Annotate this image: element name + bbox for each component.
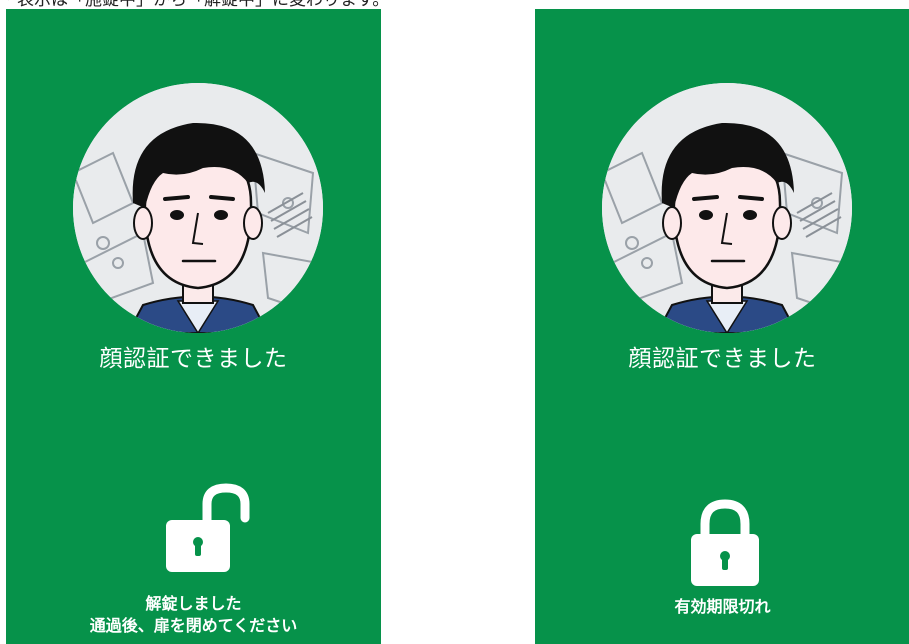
face-photo: [602, 83, 852, 333]
status-message-line: 解錠しました: [145, 594, 242, 613]
face-illustration: [602, 83, 852, 333]
status-message: 解錠しました 通過後、扉を閉めてください: [6, 593, 381, 637]
status-message-line: 通過後、扉を閉めてください: [89, 616, 298, 635]
lock-open-icon: [161, 482, 251, 582]
lock-closed-icon: [683, 498, 773, 598]
face-auth-panel-unlocked: 顔認証できました 解錠しました 通過後、扉を閉めてください: [6, 9, 381, 644]
status-message-line: 有効期限切れ: [674, 597, 771, 616]
face-photo: [73, 83, 323, 333]
face-illustration: [73, 83, 323, 333]
status-message: 有効期限切れ: [535, 596, 909, 618]
face-auth-panel-expired: 顔認証できました 有効期限切れ: [535, 9, 909, 644]
top-caption: ・表示は「施錠中」から「解錠中」に変わります。: [0, 0, 909, 9]
auth-success-title: 顔認証できました: [99, 346, 288, 372]
auth-success-title: 顔認証できました: [628, 346, 817, 372]
